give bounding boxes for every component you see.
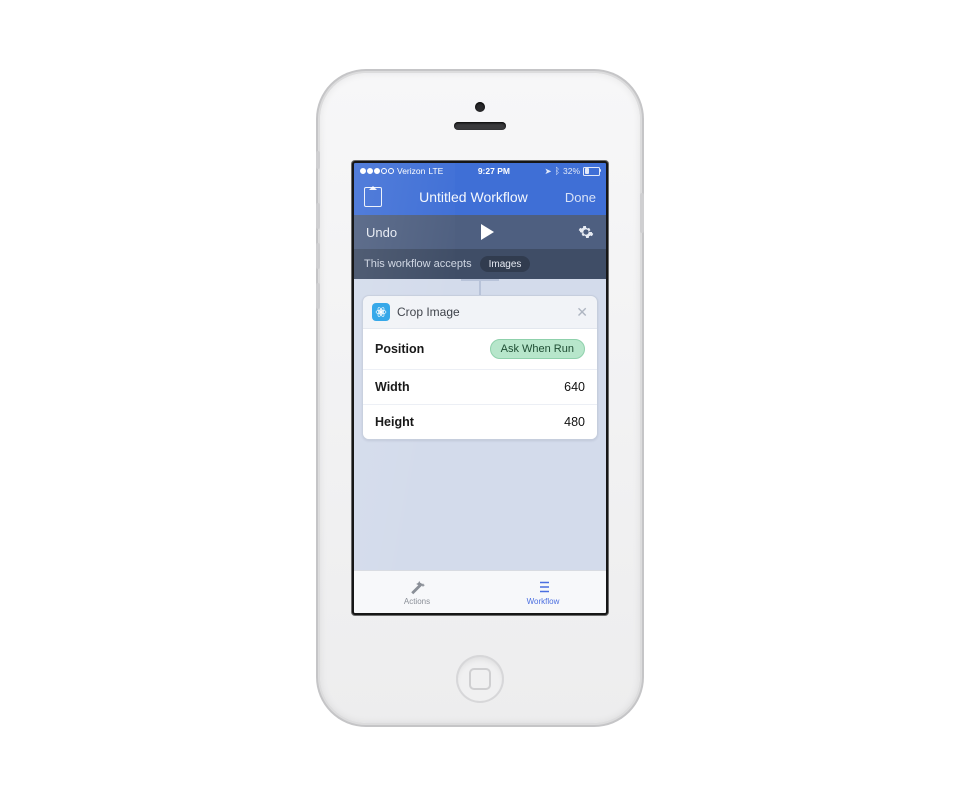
battery-icon (583, 167, 600, 176)
accepts-bar: This workflow accepts Images (354, 249, 606, 279)
param-row-position[interactable]: Position Ask When Run (363, 329, 597, 370)
location-services-icon: ➤ (544, 166, 551, 177)
phone-device-frame: Verizon LTE 9:27 PM ➤ ᛒ 32% Untitled Wor… (320, 73, 640, 723)
phone-earpiece-area (320, 73, 640, 159)
connector-line (479, 279, 481, 295)
list-icon (532, 578, 554, 596)
power-button (640, 193, 644, 233)
close-icon[interactable]: ✕ (576, 305, 588, 319)
nav-title: Untitled Workflow (419, 189, 528, 205)
play-icon[interactable] (481, 224, 494, 240)
undo-button[interactable]: Undo (366, 225, 397, 240)
action-card-header: Crop Image ✕ (363, 296, 597, 328)
param-label: Height (375, 415, 414, 429)
status-right: ➤ ᛒ 32% (544, 166, 600, 177)
wand-icon (406, 578, 428, 596)
bluetooth-icon: ᛒ (555, 166, 560, 176)
action-card-title: Crop Image (397, 305, 460, 319)
signal-dots-icon (360, 168, 394, 174)
param-value[interactable]: 640 (564, 380, 585, 394)
param-row-height[interactable]: Height 480 (363, 405, 597, 439)
action-card-body: Position Ask When Run Width 640 Height 4… (363, 328, 597, 439)
crop-image-icon (372, 303, 390, 321)
share-icon[interactable] (364, 187, 382, 207)
action-card-crop-image[interactable]: Crop Image ✕ Position Ask When Run Width… (362, 295, 598, 440)
tab-bar: Actions Workflow (354, 570, 606, 613)
earpiece-speaker (454, 122, 506, 130)
param-label: Position (375, 342, 424, 356)
done-button[interactable]: Done (565, 190, 596, 205)
status-bar: Verizon LTE 9:27 PM ➤ ᛒ 32% (354, 163, 606, 179)
toolbar: Undo (354, 215, 606, 249)
battery-pct-label: 32% (563, 166, 580, 176)
tab-workflow[interactable]: Workflow (480, 571, 606, 613)
clock-label: 9:27 PM (478, 166, 510, 176)
tab-label: Workflow (527, 597, 560, 606)
param-label: Width (375, 380, 410, 394)
network-label: LTE (428, 166, 443, 176)
home-button[interactable] (456, 655, 504, 703)
param-value[interactable]: 480 (564, 415, 585, 429)
workflow-canvas[interactable]: Crop Image ✕ Position Ask When Run Width… (354, 279, 606, 571)
param-row-width[interactable]: Width 640 (363, 370, 597, 405)
front-camera (475, 102, 485, 112)
screen: Verizon LTE 9:27 PM ➤ ᛒ 32% Untitled Wor… (352, 161, 608, 615)
tab-label: Actions (404, 597, 430, 606)
nav-bar: Untitled Workflow Done (354, 179, 606, 215)
status-left: Verizon LTE (360, 166, 443, 176)
ask-when-run-pill[interactable]: Ask When Run (490, 339, 585, 359)
settings-gear-icon[interactable] (578, 224, 594, 240)
accepts-prefix-label: This workflow accepts (364, 258, 472, 270)
accepts-type-pill[interactable]: Images (480, 256, 531, 272)
tab-actions[interactable]: Actions (354, 571, 480, 613)
carrier-label: Verizon (397, 166, 425, 176)
